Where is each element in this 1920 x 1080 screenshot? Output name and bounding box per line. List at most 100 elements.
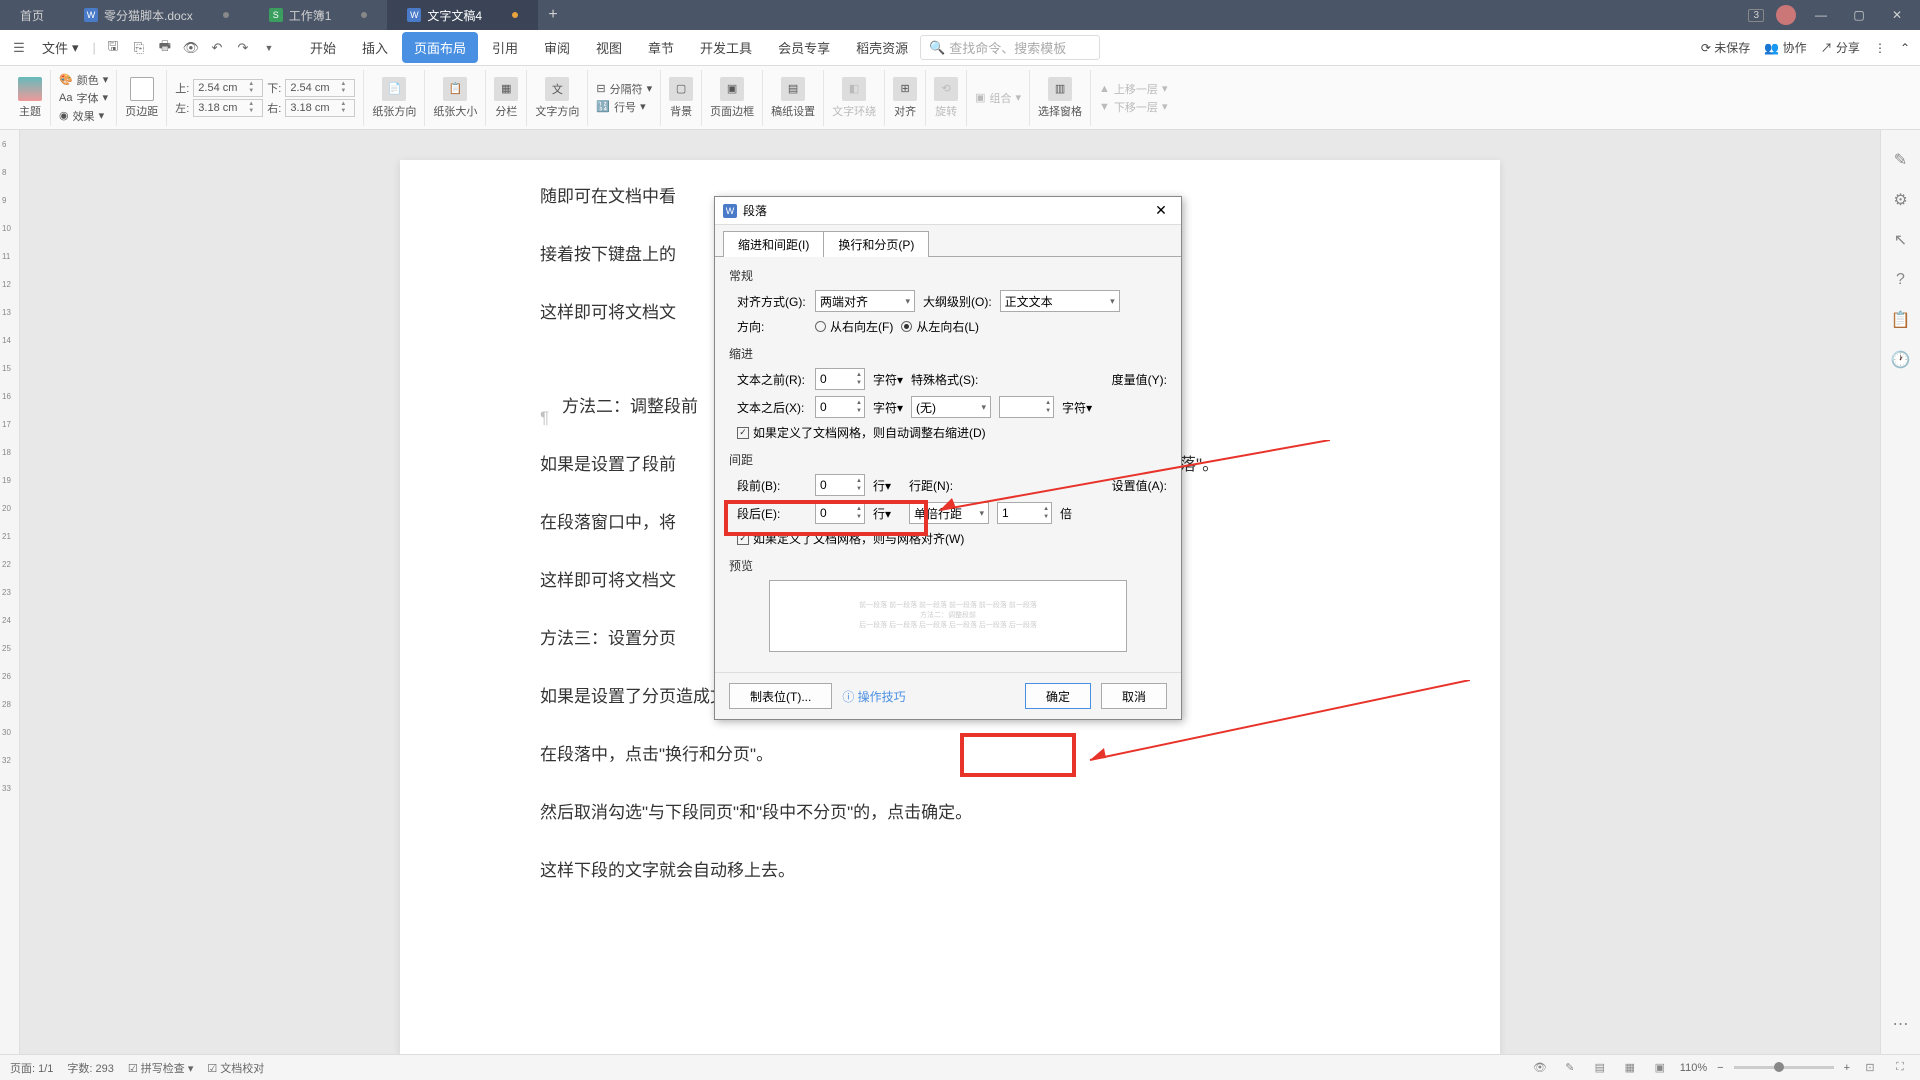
align-button[interactable]: ⊞对齐 <box>893 77 917 119</box>
close-button[interactable]: ✕ <box>1884 2 1910 28</box>
tab-page-layout[interactable]: 页面布局 <box>402 32 478 63</box>
search-input[interactable]: 🔍 查找命令、搜索模板 <box>920 35 1100 60</box>
hamburger-icon[interactable]: ☰ <box>10 39 28 57</box>
tab-review[interactable]: 审阅 <box>532 32 582 63</box>
cancel-button[interactable]: 取消 <box>1101 683 1167 709</box>
dialog-close-button[interactable]: ✕ <box>1149 199 1173 223</box>
save-icon[interactable]: 🖫 <box>104 39 122 57</box>
margin-bottom-input[interactable]: 2.54 cm▲▼ <box>285 79 355 97</box>
more-tools-icon[interactable]: ⋯ <box>1891 1014 1911 1034</box>
columns-button[interactable]: ▦分栏 <box>494 77 518 119</box>
font-button[interactable]: Aa 字体 ▾ <box>59 89 108 107</box>
manuscript-button[interactable]: ▤稿纸设置 <box>771 77 815 119</box>
tab-doc1[interactable]: W零分猫脚本.docx <box>64 0 249 30</box>
orientation-button[interactable]: 📄纸张方向 <box>372 77 416 119</box>
collab-button[interactable]: 👥 协作 <box>1764 39 1806 56</box>
margin-right-input[interactable]: 3.18 cm▲▼ <box>285 99 355 117</box>
help-icon[interactable]: ? <box>1891 270 1911 290</box>
redo-icon[interactable]: ↷ <box>234 39 252 57</box>
tab-line-page-breaks[interactable]: 换行和分页(P) <box>823 231 929 257</box>
dialog-titlebar[interactable]: W 段落 ✕ <box>715 197 1181 225</box>
undo-icon[interactable]: ↶ <box>208 39 226 57</box>
tab-member[interactable]: 会员专享 <box>766 32 842 63</box>
tab-doc2[interactable]: W文字文稿4 <box>387 0 538 30</box>
paragraph[interactable]: 然后取消勾选"与下段同页"和"段中不分页"的，点击确定。 <box>540 796 1360 830</box>
tab-chapter[interactable]: 章节 <box>636 32 686 63</box>
tab-indent-spacing[interactable]: 缩进和间距(I) <box>723 231 824 257</box>
select-pane-button[interactable]: ▥选择窗格 <box>1038 77 1082 119</box>
setting-input[interactable]: 1▲▼ <box>997 502 1052 524</box>
breaks-button[interactable]: ⊟ 分隔符 ▾ <box>596 80 652 98</box>
tab-home[interactable]: 首页 <box>0 0 64 30</box>
rtl-radio[interactable]: 从右向左(F) <box>815 318 893 335</box>
line-number-button[interactable]: 🔢 行号 ▾ <box>596 98 645 116</box>
tab-insert[interactable]: 插入 <box>350 32 400 63</box>
print-icon[interactable]: 🖶 <box>156 39 174 57</box>
file-menu[interactable]: 文件 ▾ <box>36 36 85 59</box>
size-button[interactable]: 📋纸张大小 <box>433 77 477 119</box>
more-icon[interactable]: ⋮ <box>1874 41 1886 55</box>
effect-button[interactable]: ◉ 效果 ▾ <box>59 107 104 125</box>
qat-dropdown[interactable]: ▼ <box>260 39 278 57</box>
theme-button[interactable]: 主题 <box>18 77 42 119</box>
view-brush-icon[interactable]: ✎ <box>1560 1058 1580 1078</box>
margin-left-input[interactable]: 3.18 cm▲▼ <box>193 99 263 117</box>
paragraph[interactable]: 这样下段的文字就会自动移上去。 <box>540 854 1360 888</box>
margins-button[interactable]: 页边距 <box>125 77 158 119</box>
tab-references[interactable]: 引用 <box>480 32 530 63</box>
snap-grid-checkbox[interactable]: ✓如果定义了文档网格，则与网格对齐(W) <box>737 530 964 547</box>
paragraph[interactable]: 在段落中，点击"换行和分页"。 <box>540 738 1360 772</box>
fit-icon[interactable]: ⊡ <box>1860 1058 1880 1078</box>
zoom-out-button[interactable]: − <box>1717 1062 1723 1074</box>
tab-start[interactable]: 开始 <box>298 32 348 63</box>
tab-view[interactable]: 视图 <box>584 32 634 63</box>
pencil-icon[interactable]: ✎ <box>1891 150 1911 170</box>
zoom-slider[interactable] <box>1734 1066 1834 1069</box>
text-direction-button[interactable]: 文文字方向 <box>535 77 579 119</box>
before-para-input[interactable]: 0▲▼ <box>815 474 865 496</box>
view-outline-icon[interactable]: ▦ <box>1620 1058 1640 1078</box>
share-button[interactable]: ↗ 分享 <box>1821 39 1860 56</box>
spell-check[interactable]: ☑ 拼写检查 ▾ <box>128 1060 194 1076</box>
outline-combo[interactable]: 正文文本 <box>1000 290 1120 312</box>
alignment-combo[interactable]: 两端对齐 <box>815 290 915 312</box>
collapse-ribbon-icon[interactable]: ⌃ <box>1900 41 1910 55</box>
ok-button[interactable]: 确定 <box>1025 683 1091 709</box>
border-button[interactable]: ▣页面边框 <box>710 77 754 119</box>
tab-dev[interactable]: 开发工具 <box>688 32 764 63</box>
after-para-input[interactable]: 0▲▼ <box>815 502 865 524</box>
color-button[interactable]: 🎨 颜色 ▾ <box>59 71 108 89</box>
margin-top-input[interactable]: 2.54 cm▲▼ <box>193 79 263 97</box>
zoom-in-button[interactable]: + <box>1844 1062 1850 1074</box>
settings-icon[interactable]: ⚙ <box>1891 190 1911 210</box>
measure-input[interactable]: ▲▼ <box>999 396 1054 418</box>
tips-link[interactable]: ⓘ 操作技巧 <box>842 688 905 705</box>
clock-icon[interactable]: 🕐 <box>1891 350 1911 370</box>
special-combo[interactable]: (无) <box>911 396 991 418</box>
unsaved-indicator[interactable]: ⟳ 未保存 <box>1701 39 1750 56</box>
export-icon[interactable]: ⎘ <box>130 39 148 57</box>
proofing[interactable]: ☑ 文档校对 <box>207 1060 264 1076</box>
after-text-input[interactable]: 0▲▼ <box>815 396 865 418</box>
tab-docer[interactable]: 稻壳资源 <box>844 32 920 63</box>
tab-add-button[interactable]: + <box>538 6 568 24</box>
maximize-button[interactable]: ▢ <box>1846 2 1872 28</box>
word-count[interactable]: 字数: 293 <box>67 1060 113 1076</box>
background-button[interactable]: ▢背景 <box>669 77 693 119</box>
preview-icon[interactable]: 👁 <box>182 39 200 57</box>
tabs-button[interactable]: 制表位(T)... <box>729 683 832 709</box>
before-text-input[interactable]: 0▲▼ <box>815 368 865 390</box>
clipboard-icon[interactable]: 📋 <box>1891 310 1911 330</box>
view-web-icon[interactable]: ▣ <box>1650 1058 1670 1078</box>
fullscreen-icon[interactable]: ⛶ <box>1890 1058 1910 1078</box>
auto-adjust-checkbox[interactable]: ✓如果定义了文档网格，则自动调整右缩进(D) <box>737 424 986 441</box>
tab-sheet1[interactable]: S工作簿1 <box>249 0 388 30</box>
notification-badge[interactable]: 3 <box>1748 9 1764 22</box>
line-spacing-combo[interactable]: 单倍行距 <box>909 502 989 524</box>
page-indicator[interactable]: 页面: 1/1 <box>10 1060 53 1076</box>
cursor-icon[interactable]: ↖ <box>1891 230 1911 250</box>
minimize-button[interactable]: — <box>1808 2 1834 28</box>
view-eye-icon[interactable]: 👁 <box>1530 1058 1550 1078</box>
view-page-icon[interactable]: ▤ <box>1590 1058 1610 1078</box>
avatar[interactable] <box>1776 5 1796 25</box>
